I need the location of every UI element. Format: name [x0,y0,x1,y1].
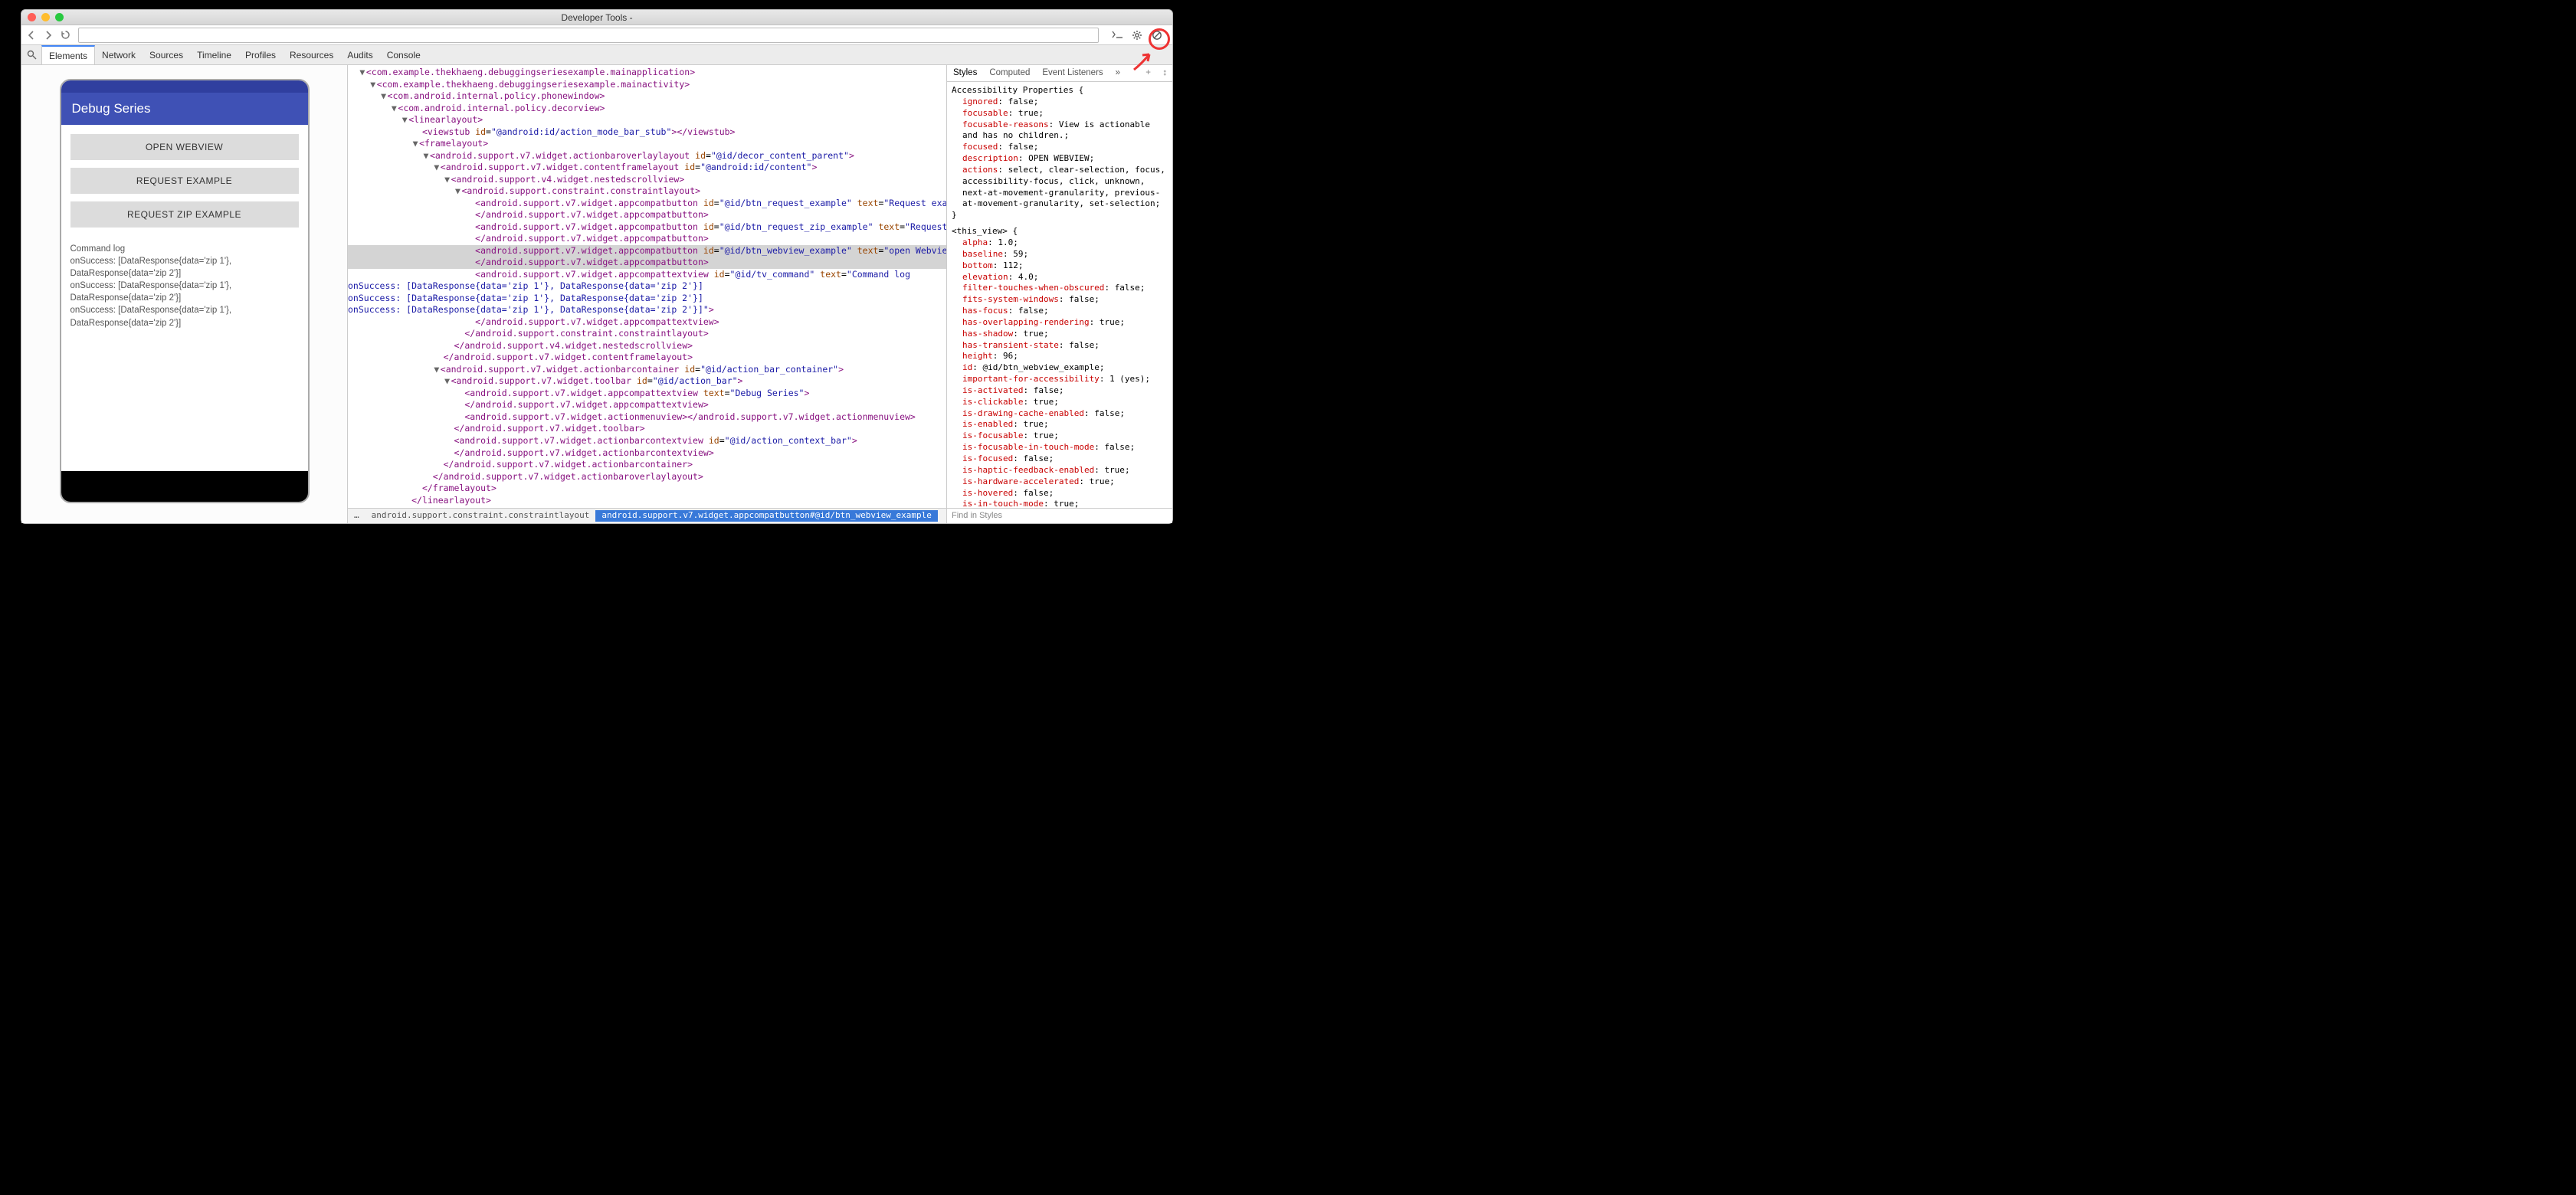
tree-node[interactable]: ▼<com.example.thekhaeng.debuggingseriese… [348,67,946,79]
nav-bar [61,471,308,502]
breadcrumb-item[interactable]: android.support.constraint.constraintlay… [365,510,596,522]
status-bar [61,80,308,93]
app-button[interactable]: OPEN WEBVIEW [70,134,299,160]
tab-resources[interactable]: Resources [283,45,340,64]
url-bar[interactable] [78,28,1099,43]
tree-node[interactable]: </android.support.v7.widget.contentframe… [348,352,946,364]
tree-node[interactable]: </linearlayout> [348,495,946,507]
tree-node[interactable]: </framelayout> [348,483,946,495]
tree-node[interactable]: <android.support.v7.widget.actionmenuvie… [348,411,946,424]
tree-node[interactable]: <android.support.v7.widget.appcompatbutt… [348,245,946,257]
tab-profiles[interactable]: Profiles [238,45,283,64]
tree-node[interactable]: ▼<android.support.v7.widget.actionbarove… [348,150,946,162]
breadcrumb-item[interactable]: … [348,510,365,522]
styles-tab[interactable]: Styles [947,67,983,80]
devtools-tabbar: ElementsNetworkSourcesTimelineProfilesRe… [21,45,1172,65]
tree-node[interactable]: </android.support.v7.widget.toolbar> [348,423,946,435]
app-button[interactable]: REQUEST ZIP EXAMPLE [70,201,299,228]
tree-node[interactable]: ▼<android.support.v7.widget.toolbar id="… [348,375,946,388]
styles-tab[interactable]: Event Listeners [1036,67,1109,80]
reload-button[interactable] [58,28,72,42]
tree-node[interactable]: <android.support.v7.widget.appcompattext… [348,388,946,400]
settings-gear-icon[interactable] [1131,29,1143,41]
stetho-toggle-icon[interactable] [1151,29,1163,41]
styles-pane: StylesComputedEvent Listeners»+⦂ Accessi… [947,65,1172,523]
tree-node[interactable]: <android.support.v7.widget.appcompatbutt… [348,198,946,210]
tree-node[interactable]: ▼<com.example.thekhaeng.debuggingseriese… [348,79,946,91]
styles-tab[interactable]: Computed [983,67,1036,80]
tree-node[interactable]: ▼<android.support.v7.widget.contentframe… [348,162,946,174]
app-bar: Debug Series [61,93,308,125]
tab-sources[interactable]: Sources [143,45,190,64]
elements-tree-pane[interactable]: ▼<com.example.thekhaeng.debuggingseriese… [348,65,947,523]
app-button[interactable]: REQUEST EXAMPLE [70,168,299,194]
new-style-rule-icon[interactable]: + [1145,67,1151,80]
tree-node[interactable]: ▼<android.support.v4.widget.nestedscroll… [348,174,946,186]
window-title: Developer Tools - [21,12,1172,23]
tree-node[interactable]: </android.support.v4.widget.nestedscroll… [348,340,946,352]
tree-node[interactable]: ▼<android.support.constraint.constraintl… [348,185,946,198]
tree-node[interactable]: ▼<com.android.internal.policy.phonewindo… [348,90,946,103]
breadcrumb-bar[interactable]: …android.support.constraint.constraintla… [348,508,946,523]
styles-tabs[interactable]: StylesComputedEvent Listeners» + ⦂ [947,65,1172,82]
tab-elements[interactable]: Elements [41,45,95,64]
tree-node[interactable]: </android.support.v7.widget.actionbarove… [348,471,946,483]
tree-node[interactable]: ▼<android.support.v7.widget.actionbarcon… [348,364,946,376]
tab-audits[interactable]: Audits [340,45,379,64]
tree-node[interactable]: </android.support.constraint.constraintl… [348,328,946,340]
tree-node[interactable]: </android.support.v7.widget.actionbarcon… [348,459,946,471]
titlebar: Developer Tools - [21,10,1172,25]
tab-console[interactable]: Console [380,45,428,64]
tree-node[interactable]: ▼<linearlayout> [348,114,946,126]
command-log: Command logonSuccess: [DataResponse{data… [70,235,299,329]
forward-button[interactable] [41,28,55,42]
tree-node[interactable]: <viewstub id="@android:id/action_mode_ba… [348,126,946,139]
tree-node[interactable]: ▼<framelayout> [348,138,946,150]
toggle-drawer-icon[interactable] [1111,29,1123,41]
tab-timeline[interactable]: Timeline [190,45,238,64]
back-button[interactable] [25,28,38,42]
app-title: Debug Series [72,101,151,116]
toggle-element-state-icon[interactable]: ⦂ [1164,67,1166,80]
tree-node[interactable]: ▼<com.android.internal.policy.decorview> [348,103,946,115]
device-frame: Debug Series OPEN WEBVIEW REQUEST EXAMPLE… [60,79,310,503]
styles-tab[interactable]: » [1109,67,1126,80]
device-preview-pane: Debug Series OPEN WEBVIEW REQUEST EXAMPLE… [21,65,348,523]
inspect-search-icon[interactable] [21,50,41,60]
devtools-window: Developer Tools - [21,9,1173,524]
tree-node[interactable]: <android.support.v7.widget.actionbarcont… [348,435,946,447]
tab-network[interactable]: Network [95,45,143,64]
find-in-styles-input[interactable]: Find in Styles [947,508,1172,523]
browser-toolbar [21,25,1172,45]
breadcrumb-item[interactable]: android.support.v7.widget.appcompatbutto… [595,510,937,522]
